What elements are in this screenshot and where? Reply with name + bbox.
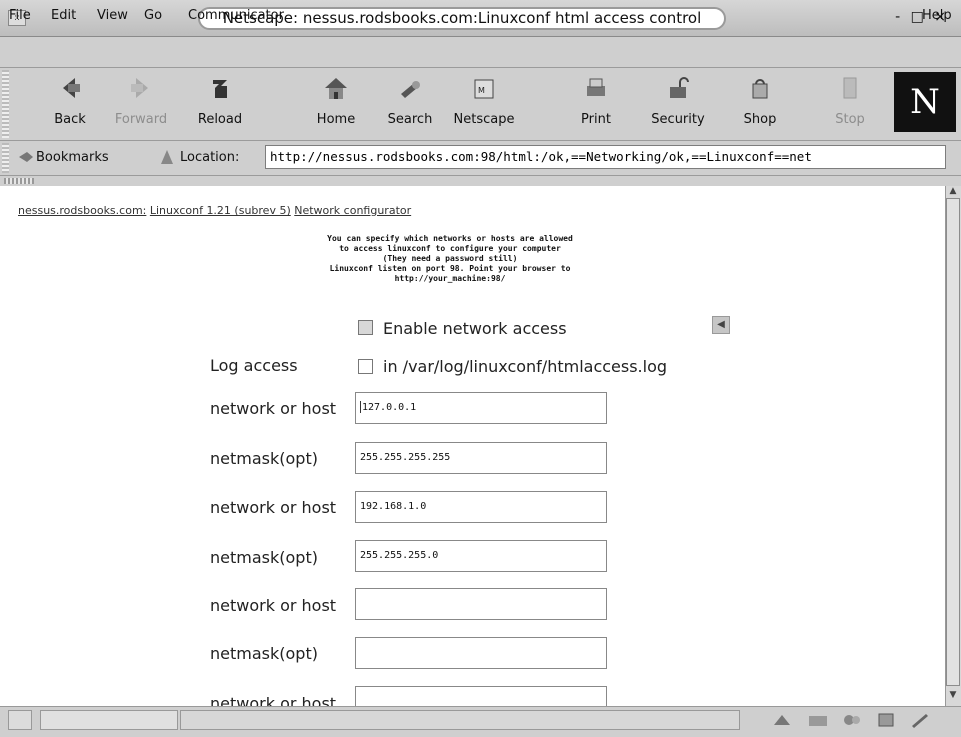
row-label: network or host [210, 596, 337, 615]
shopping-bag-icon [752, 79, 768, 99]
info-line: Linuxconf listen on port 98. Point your … [329, 264, 571, 273]
shop-label: Shop [743, 112, 777, 127]
info-line: (They need a password still) [382, 254, 518, 263]
newsgroups-icon[interactable] [840, 711, 864, 729]
stop-icon [843, 77, 857, 99]
personal-toolbar-grip[interactable] [0, 176, 961, 186]
search-button[interactable]: Search [372, 70, 448, 136]
breadcrumb-page[interactable]: Network configurator [294, 204, 411, 217]
progress-meter [40, 710, 178, 730]
security-button[interactable]: Security [640, 70, 716, 136]
enable-network-checkbox[interactable] [358, 320, 373, 335]
menu-file[interactable]: File [9, 8, 31, 23]
netscape-logo[interactable]: N [894, 72, 956, 132]
stop-label: Stop [835, 112, 865, 127]
menu-edit[interactable]: Edit [51, 8, 76, 23]
forward-button[interactable]: Forward [103, 70, 179, 136]
status-text [180, 710, 740, 730]
menu-view[interactable]: View [97, 8, 128, 23]
mail-icon[interactable] [806, 711, 830, 729]
reload-button[interactable]: Reload [182, 70, 258, 136]
input-value: 192.168.1.0 [360, 501, 427, 512]
security-label: Security [651, 112, 705, 127]
forward-label: Forward [114, 112, 168, 127]
scroll-up-icon[interactable]: ▲ [946, 186, 960, 198]
info-line: You can specify which networks or hosts … [327, 234, 573, 243]
print-button[interactable]: Print [558, 70, 634, 136]
network-host-input[interactable]: 127.0.0.1 [355, 392, 607, 424]
side-arrow-button[interactable]: ◀ [712, 316, 730, 334]
network-host-input[interactable] [355, 588, 607, 620]
scroll-down-icon[interactable]: ▼ [946, 690, 960, 704]
input-value: 255.255.255.255 [360, 452, 451, 463]
network-host-input[interactable] [355, 686, 607, 706]
search-flashlight-icon [401, 81, 420, 98]
info-line: http://your_machine:98/ [394, 274, 506, 283]
home-button[interactable]: Home [298, 70, 374, 136]
menu-go[interactable]: Go [144, 8, 162, 23]
toolbar-grip[interactable] [2, 70, 9, 138]
row-label: netmask(opt) [210, 644, 318, 663]
info-line: to access linuxconf to configure your co… [339, 244, 561, 253]
breadcrumb-host[interactable]: nessus.rodsbooks.com: [18, 204, 146, 217]
location-label: Location: [180, 150, 240, 165]
netmask-input[interactable] [355, 637, 607, 669]
breadcrumb-app[interactable]: Linuxconf 1.21 (subrev 5) [150, 204, 291, 217]
reload-icon [213, 80, 227, 98]
enable-network-label: Enable network access [383, 319, 567, 338]
print-label: Print [581, 112, 611, 127]
log-access-checkbox[interactable] [358, 359, 373, 374]
bookmarks-icon [19, 152, 33, 162]
lock-icon [670, 77, 689, 98]
netscape-button[interactable]: M Netscape [446, 70, 522, 136]
row-label: network or host [210, 399, 337, 418]
netmask-input[interactable]: 255.255.255.255 [355, 442, 607, 474]
home-icon [325, 78, 347, 99]
stop-button[interactable]: Stop [812, 70, 888, 136]
netscape-icon: M [474, 79, 494, 99]
row-label: network or host [210, 498, 337, 517]
row-label: netmask(opt) [210, 449, 318, 468]
bookmarks-button[interactable]: Bookmarks [36, 150, 109, 165]
back-arrow-icon [63, 78, 80, 98]
text-cursor [360, 401, 361, 413]
row-label: network or host [210, 694, 337, 706]
row-label: netmask(opt) [210, 548, 318, 567]
netmask-input[interactable]: 255.255.255.0 [355, 540, 607, 572]
location-grip[interactable] [2, 143, 9, 173]
netscape-label: Netscape [453, 112, 515, 127]
address-book-icon[interactable] [874, 711, 898, 729]
menu-help[interactable]: Help [922, 8, 952, 23]
navigator-icon[interactable] [770, 711, 794, 729]
input-value: 127.0.0.1 [362, 402, 417, 413]
composer-icon[interactable] [908, 711, 932, 729]
input-value: 255.255.255.0 [360, 550, 439, 561]
home-label: Home [316, 112, 356, 127]
shop-button[interactable]: Shop [722, 70, 798, 136]
location-icon [161, 150, 173, 164]
network-host-input[interactable]: 192.168.1.0 [355, 491, 607, 523]
reload-label: Reload [197, 112, 243, 127]
forward-arrow-icon [131, 78, 148, 98]
menu-bar [0, 37, 961, 68]
page-content: nessus.rodsbooks.com: Linuxconf 1.21 (su… [0, 186, 945, 706]
svg-text:M: M [478, 86, 485, 95]
log-access-label: Log access [210, 356, 298, 375]
back-button[interactable]: Back [32, 70, 108, 136]
url-input[interactable]: http://nessus.rodsbooks.com:98/html:/ok,… [265, 145, 946, 169]
menu-communicator[interactable]: Communicator [188, 8, 284, 23]
breadcrumb: nessus.rodsbooks.com: Linuxconf 1.21 (su… [18, 204, 411, 217]
log-access-file-label: in /var/log/linuxconf/htmlaccess.log [383, 357, 668, 376]
security-status-icon[interactable] [8, 710, 32, 730]
scrollbar-thumb[interactable] [946, 198, 960, 686]
search-label: Search [387, 112, 433, 127]
printer-icon [587, 78, 605, 96]
info-text: You can specify which networks or hosts … [250, 234, 650, 284]
back-label: Back [54, 112, 86, 127]
